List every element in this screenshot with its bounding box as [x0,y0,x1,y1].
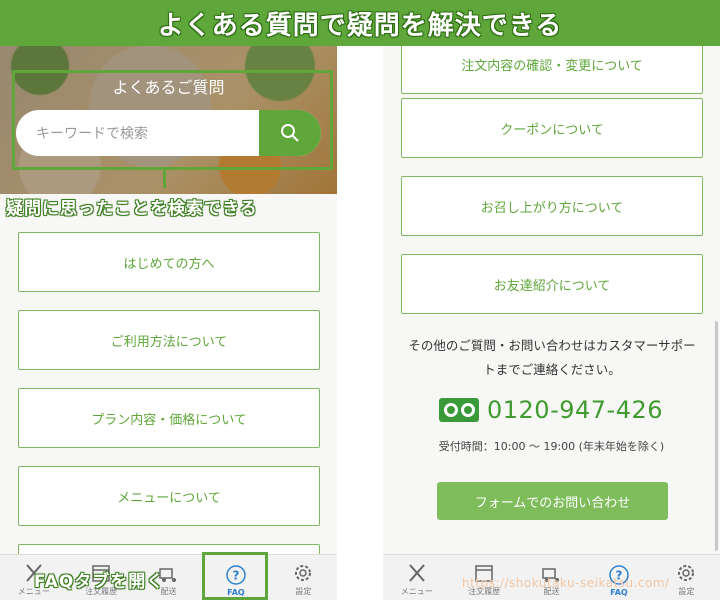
faq-item-coupon[interactable]: クーポンについて [401,98,703,158]
highlight-connector [163,170,166,188]
faq-item-order[interactable]: 注文内容の確認・変更について [401,46,703,94]
question-icon: ? [226,565,246,585]
svg-text:?: ? [232,569,239,583]
scrollbar[interactable] [715,321,718,551]
faq-item-referral[interactable]: お友達紹介について [401,254,703,314]
banner-title: よくある質問で疑問を解決できる [157,10,563,41]
contact-text: その他のご質問・お問い合わせはカスタマーサポー トまでご連絡ください。 [408,338,696,377]
right-phone-screen: 注文内容の確認・変更について クーポンについて お召し上がり方について お友達紹… [383,46,720,600]
watermark: https://shokutaku-seikatsu.com/ [462,576,670,590]
phone-number-row[interactable]: 0120-947-426 [439,396,663,424]
left-phone-screen: よくあるご質問 キーワードで検索 はじめての方へ ご利用方法について プラン内容… [0,46,337,600]
contact-form-button[interactable]: フォームでのお問い合わせ [437,482,668,520]
phone-number[interactable]: 0120-947-426 [487,396,663,424]
faq-item-usage[interactable]: ご利用方法について [18,310,320,370]
gear-icon [295,565,312,581]
faq-item-eating[interactable]: お召し上がり方について [401,176,703,236]
tab-menu[interactable]: メニュー [383,555,450,600]
gear-icon [678,565,695,581]
search-icon [281,124,299,142]
tab-settings[interactable]: 設定 [270,555,337,600]
business-hours: 受付時間：10:00 〜 19:00 (年末年始を除く) [438,440,665,453]
freedial-icon [439,398,479,422]
fork-knife-icon [408,564,425,582]
search-placeholder: キーワードで検索 [36,126,148,142]
tab-faq[interactable]: ? FAQ [202,555,269,600]
faq-item-menu[interactable]: メニューについて [18,466,320,526]
search-field[interactable]: キーワードで検索 [16,110,321,156]
title-banner: よくある質問で疑問を解決できる [0,0,720,46]
faq-item-plan[interactable]: プラン内容・価格について [18,388,320,448]
search-annotation: 疑問に思ったことを検索できる [6,199,258,219]
faq-tab-annotation: FAQタブを開く [34,572,165,592]
faq-page-title: よくあるご質問 [112,78,225,97]
faq-item-beginner[interactable]: はじめての方へ [18,232,320,292]
search-button[interactable] [259,110,321,156]
